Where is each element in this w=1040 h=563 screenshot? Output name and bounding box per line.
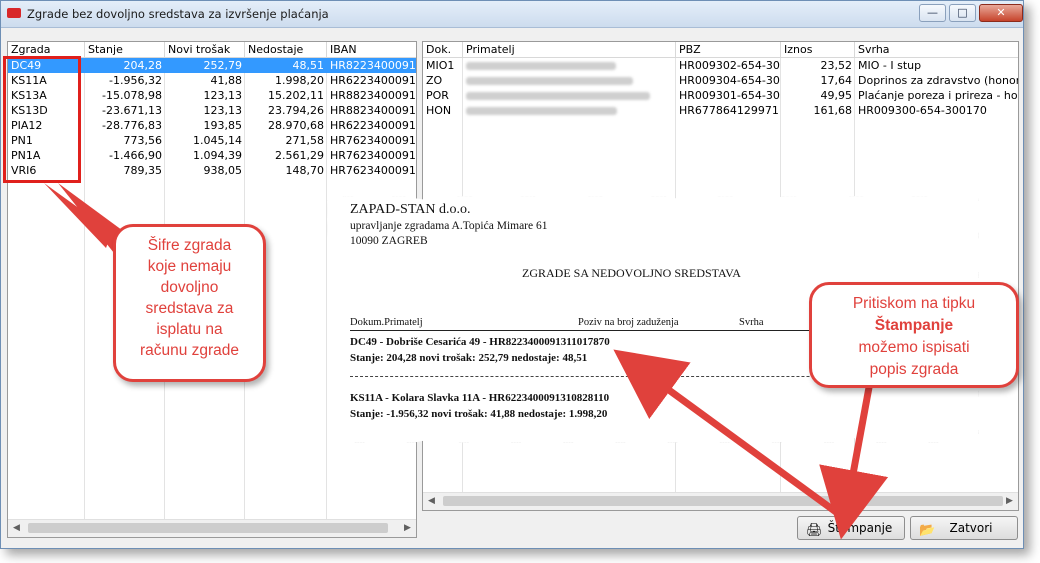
callout-building-codes: Šifre zgrada koje nemaju dovoljno sredst…: [113, 224, 266, 382]
callout-print-info: Pritiskom na tipku Štampanje možemo ispi…: [809, 282, 1019, 388]
print-arrow-to-button: [819, 381, 889, 540]
print-arrow-to-preview: [613, 349, 839, 515]
